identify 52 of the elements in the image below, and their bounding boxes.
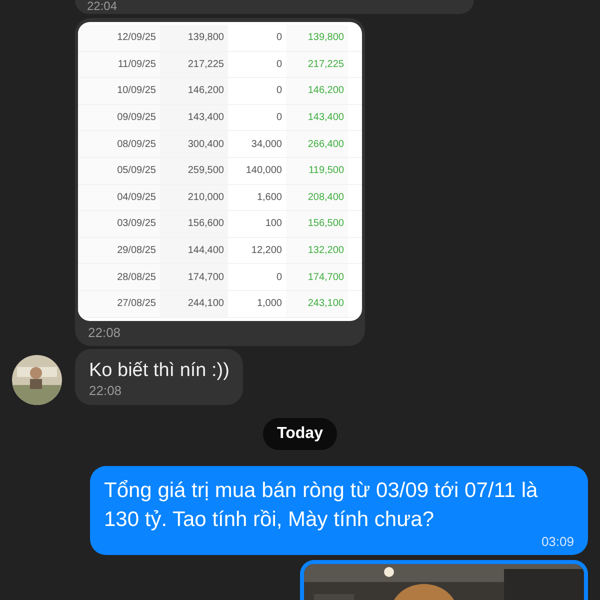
table-cell: 217,225 [286,52,348,78]
table-cell-text: 0 [275,270,283,285]
table-cell: 156,500 [286,211,348,237]
message-time: 22:08 [87,324,122,340]
table-cell: 28/08/25 [78,264,160,290]
table-cell: 05/09/25 [78,158,160,184]
table-cell: 143,400 [286,104,348,130]
table-cell: 217,225 [160,52,228,78]
table-cell: 09/09/25 [78,104,160,130]
table-cell-text: 34,000 [250,138,283,152]
table-cell: 144,400 [160,238,228,264]
message-time: 03:09 [540,534,574,549]
table-cell: 08/09/25 [78,131,160,157]
table-cell: 259,500 [160,158,228,184]
table-cell: 03/09/25 [78,211,160,237]
table-cell: 208,400 [286,184,348,210]
table-cell: 27/08/25 [78,290,160,317]
table-cell: 10/09/25 [78,78,160,104]
table-cell-text: 100 [264,217,283,232]
table-cell: 210,000 [160,184,228,210]
message-text: Tổng giá trị mua bán ròng từ 03/09 tới 07/11 là 130 tỷ. Tao tính rồi, Mày tính chưa? [104,478,539,533]
table-cell: 243,100 [286,290,348,317]
table-cell-text: 0 [275,58,283,72]
table-cell: 119,500 [286,158,348,184]
table-cell-text: 0 [275,31,283,46]
table-cell: 300,400 [160,131,228,157]
message-time: 22:08 [89,382,123,398]
table-cell: 12/09/25 [78,25,160,51]
table-cell: 244,100 [160,290,228,317]
date-label: Today [263,418,337,450]
table-cell-text: 0 [275,84,283,98]
table-cell: 139,800 [160,25,228,51]
table-cell: 146,200 [160,78,228,104]
message-text: Ko biết thì nín :)) [89,358,230,383]
table-cell-text: 1,000 [256,297,283,312]
table-cell: 04/09/25 [78,184,160,210]
message-time: 22:04 [87,0,118,12]
table-cell: 266,400 [286,131,348,157]
avatar[interactable] [12,354,62,405]
table-cell: 174,700 [160,264,228,290]
table-cell: 132,200 [286,238,348,264]
table-cell: 11/09/25 [78,52,160,78]
table-cell: 146,200 [286,78,348,104]
table-cell: 156,600 [160,211,228,237]
table-cell: 139,800 [286,25,348,51]
table-cell-text: 0 [275,111,283,126]
table-cell-text: 1,600 [256,190,283,205]
table-cell: 174,700 [286,264,348,290]
table-cell-text: 12,200 [250,244,283,258]
table-cell: 143,400 [160,104,228,130]
table-cell: 29/08/25 [78,238,160,264]
table-cell-text: 140,000 [244,164,283,178]
